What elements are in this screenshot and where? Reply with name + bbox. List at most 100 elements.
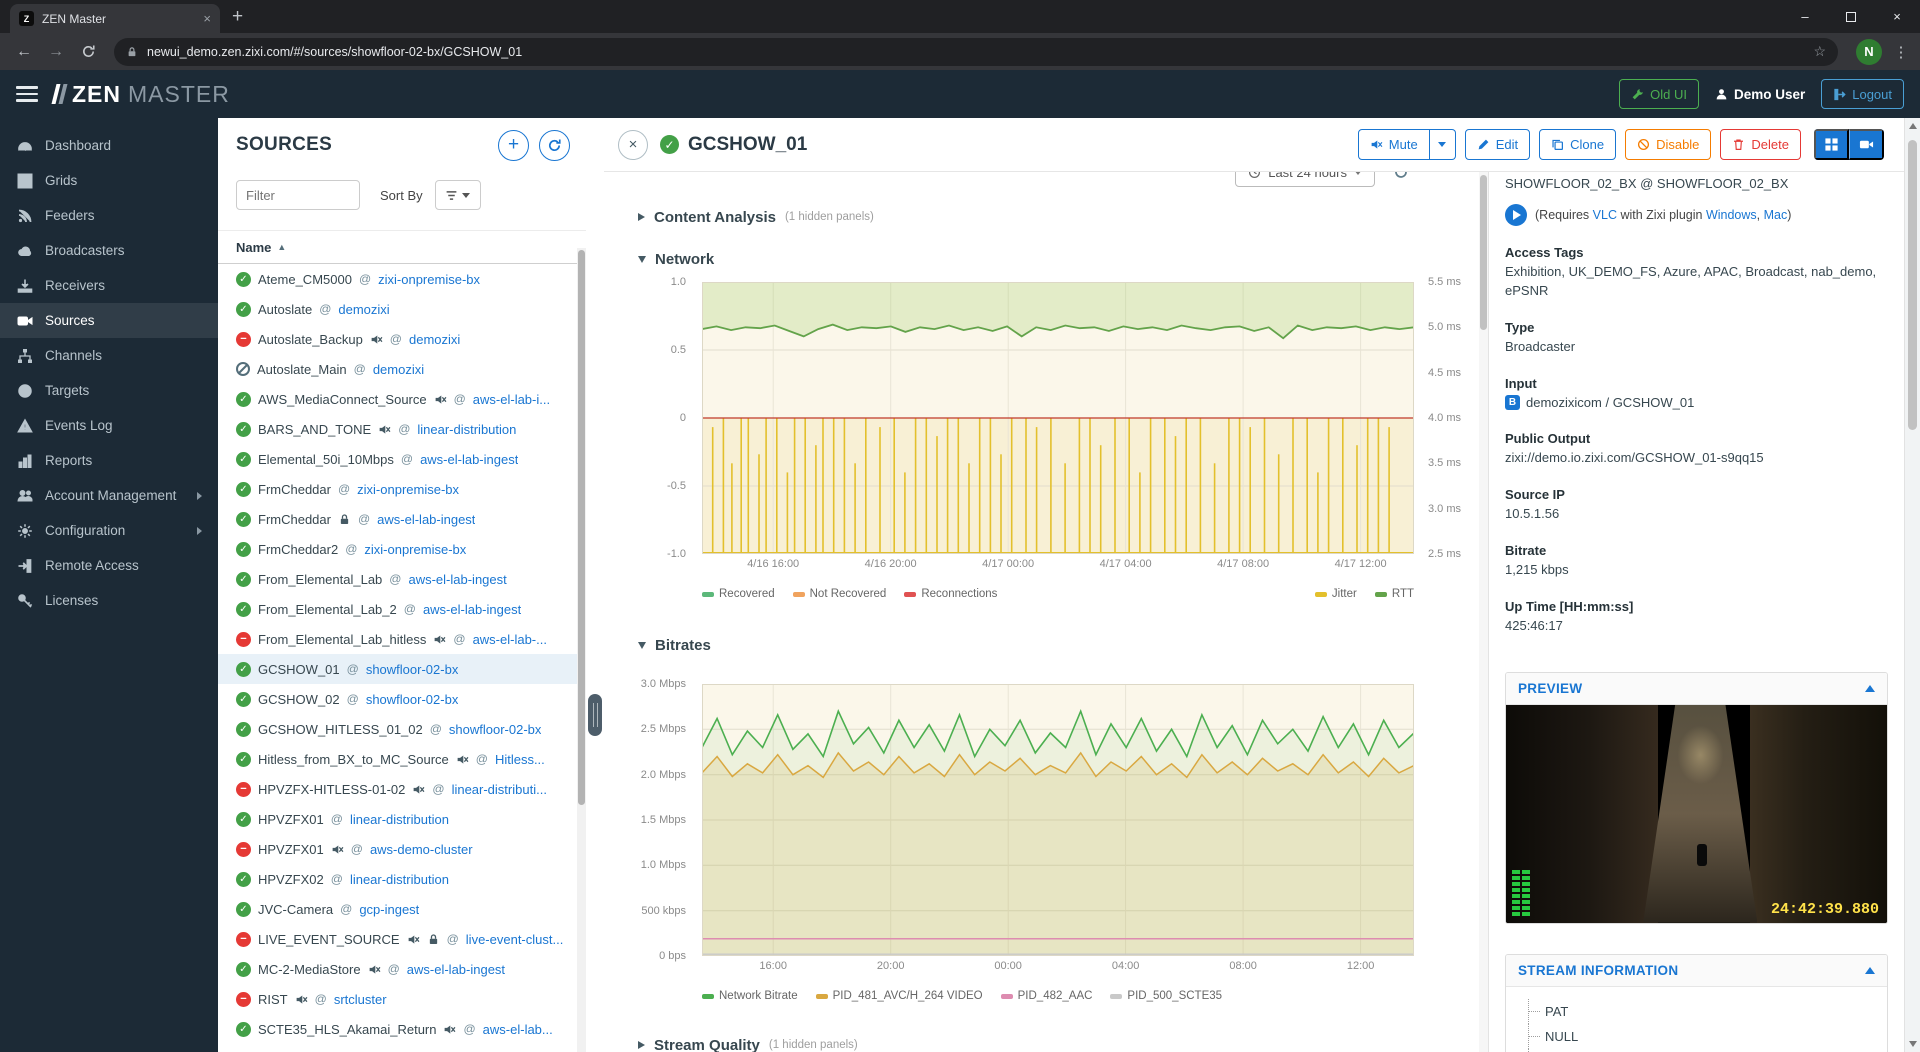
source-row[interactable]: ✓Autoslate@demozixi	[218, 294, 577, 324]
sources-scrollbar[interactable]	[577, 248, 586, 1052]
mute-button[interactable]: Mute	[1358, 129, 1430, 160]
new-tab-button[interactable]: +	[232, 6, 243, 28]
legend-item[interactable]: PID_500_SCTE35	[1110, 990, 1222, 1002]
legend-item[interactable]: Not Recovered	[793, 588, 887, 600]
mute-dropdown-button[interactable]	[1430, 129, 1456, 160]
sidebar-item-remote-access[interactable]: Remote Access	[0, 548, 218, 583]
logout-button[interactable]: Logout	[1821, 79, 1904, 109]
source-row[interactable]: ✓MC-2-MediaStore@aws-el-lab-ingest	[218, 954, 577, 984]
source-row[interactable]: −HPVZFX-HITLESS-01-02@linear-distributi.…	[218, 774, 577, 804]
name-column-header[interactable]: Name ▲	[218, 230, 586, 264]
refresh-sources-button[interactable]	[539, 130, 570, 161]
source-row[interactable]: ✓HPVZFX01@linear-distribution	[218, 804, 577, 834]
source-cluster-link[interactable]: showfloor-02-bx	[366, 662, 459, 677]
vlc-link[interactable]: VLC	[1593, 208, 1617, 222]
source-cluster-link[interactable]: linear-distribution	[350, 812, 449, 827]
source-cluster-link[interactable]: zixi-onpremise-bx	[378, 272, 480, 287]
tab-close-icon[interactable]: ×	[203, 12, 211, 25]
stream-information-header[interactable]: STREAM INFORMATION	[1506, 955, 1887, 987]
source-row[interactable]: ✓GCSHOW_01@showfloor-02-bx	[218, 654, 577, 684]
legend-item[interactable]: RTT	[1375, 588, 1414, 600]
windows-link[interactable]: Windows	[1706, 208, 1757, 222]
source-cluster-link[interactable]: zixi-onpremise-bx	[364, 542, 466, 557]
detail-scrollbar-thumb[interactable]	[1480, 175, 1487, 330]
source-cluster-link[interactable]: aws-el-lab-ingest	[377, 512, 475, 527]
sidebar-item-reports[interactable]: Reports	[0, 443, 218, 478]
source-cluster-link[interactable]: aws-el-lab-ingest	[420, 452, 518, 467]
browser-tab[interactable]: Z ZEN Master ×	[10, 4, 220, 33]
source-row[interactable]: −HPVZFX01@aws-demo-cluster	[218, 834, 577, 864]
sidebar-item-dashboard[interactable]: Dashboard	[0, 128, 218, 163]
source-cluster-link[interactable]: aws-demo-cluster	[370, 842, 473, 857]
source-cluster-link[interactable]: demozixi	[338, 302, 389, 317]
source-row[interactable]: Autoslate_Main@demozixi	[218, 354, 577, 384]
legend-item[interactable]: Recovered	[702, 588, 775, 600]
browser-menu-icon[interactable]: ⋮	[1892, 43, 1910, 61]
source-row[interactable]: ✓Ateme_CM5000@zixi-onpremise-bx	[218, 264, 577, 294]
legend-item[interactable]: Reconnections	[904, 588, 997, 600]
source-row[interactable]: ✓GCSHOW_02@showfloor-02-bx	[218, 684, 577, 714]
source-row[interactable]: ✓FrmCheddar@zixi-onpremise-bx	[218, 474, 577, 504]
source-row[interactable]: ✓From_Elemental_Lab_2@aws-el-lab-ingest	[218, 594, 577, 624]
window-scrollbar[interactable]	[1904, 118, 1920, 1052]
source-row[interactable]: −From_Elemental_Lab_hitless@aws-el-lab-.…	[218, 624, 577, 654]
tree-item-pat[interactable]: PAT	[1528, 999, 1877, 1024]
source-cluster-link[interactable]: aws-el-lab...	[483, 1022, 553, 1037]
filter-input[interactable]	[236, 180, 360, 210]
collapse-icon[interactable]	[1865, 967, 1875, 974]
source-row[interactable]: ✓Hitless_from_BX_to_MC_Source@Hitless...	[218, 744, 577, 774]
delete-button[interactable]: Delete	[1720, 129, 1801, 160]
source-row[interactable]: −RIST@srtcluster	[218, 984, 577, 1014]
window-scrollbar-thumb[interactable]	[1908, 140, 1917, 430]
sidebar-item-feeders[interactable]: Feeders	[0, 198, 218, 233]
source-row[interactable]: −Autoslate_Backup@demozixi	[218, 324, 577, 354]
source-cluster-link[interactable]: showfloor-02-bx	[449, 722, 542, 737]
panel-resize-grip[interactable]	[588, 694, 602, 736]
source-cluster-link[interactable]: aws-el-lab-i...	[473, 392, 550, 407]
window-maximize-button[interactable]	[1828, 0, 1874, 33]
sidebar-item-grids[interactable]: Grids	[0, 163, 218, 198]
source-row[interactable]: ✓SCTE35_HLS_Akamai_Return@aws-el-lab...	[218, 1014, 577, 1044]
source-cluster-link[interactable]: demozixi	[409, 332, 460, 347]
source-row[interactable]: ✓GCSHOW_HITLESS_01_02@showfloor-02-bx	[218, 714, 577, 744]
bitrates-plot[interactable]	[702, 684, 1414, 956]
scroll-down-icon[interactable]	[1909, 1041, 1917, 1047]
source-cluster-link[interactable]: gcp-ingest	[359, 902, 419, 917]
bookmark-star-icon[interactable]: ☆	[1813, 43, 1826, 60]
sidebar-item-licenses[interactable]: Licenses	[0, 583, 218, 618]
refresh-charts-button[interactable]	[1393, 172, 1409, 180]
edit-button[interactable]: Edit	[1465, 129, 1530, 160]
sidebar-item-channels[interactable]: Channels	[0, 338, 218, 373]
source-cluster-link[interactable]: aws-el-lab-ingest	[408, 572, 506, 587]
disable-button[interactable]: Disable	[1625, 129, 1711, 160]
source-cluster-link[interactable]: srtcluster	[334, 992, 387, 1007]
close-detail-button[interactable]: ×	[618, 130, 648, 160]
collapse-icon[interactable]	[1865, 685, 1875, 692]
source-row[interactable]: ✓JVC-Camera@gcp-ingest	[218, 894, 577, 924]
sort-options-button[interactable]	[435, 180, 481, 210]
profile-avatar[interactable]: N	[1856, 39, 1882, 65]
clone-button[interactable]: Clone	[1539, 129, 1616, 160]
source-cluster-link[interactable]: aws-el-lab-ingest	[423, 602, 521, 617]
source-row[interactable]: ✓BARS_AND_TONE@linear-distribution	[218, 414, 577, 444]
old-ui-button[interactable]: Old UI	[1619, 79, 1699, 109]
url-bar[interactable]: newui_demo.zen.zixi.com/#/sources/showfl…	[114, 38, 1838, 66]
legend-item[interactable]: PID_482_AAC	[1001, 990, 1093, 1002]
detail-scroll-area[interactable]: Last 24 hours Content Analysis (1 hidden…	[604, 172, 1479, 1052]
preview-view-button[interactable]	[1849, 129, 1884, 160]
source-cluster-link[interactable]: Hitless...	[495, 752, 545, 767]
source-cluster-link[interactable]: live-event-clust...	[466, 932, 564, 947]
forward-icon[interactable]: →	[42, 38, 70, 66]
sources-scrollbar-thumb[interactable]	[578, 250, 585, 805]
source-cluster-link[interactable]: showfloor-02-bx	[366, 692, 459, 707]
preview-header[interactable]: PREVIEW	[1506, 673, 1887, 705]
sidebar-item-configuration[interactable]: Configuration	[0, 513, 218, 548]
source-row[interactable]: ✓HPVZFX02@linear-distribution	[218, 864, 577, 894]
source-cluster-link[interactable]: aws-el-lab-...	[473, 632, 547, 647]
window-close-button[interactable]: ×	[1874, 0, 1920, 33]
scroll-up-icon[interactable]	[1909, 123, 1917, 129]
detail-scrollbar[interactable]	[1479, 172, 1488, 1052]
source-cluster-link[interactable]: linear-distributi...	[452, 782, 547, 797]
sidebar-item-broadcasters[interactable]: Broadcasters	[0, 233, 218, 268]
source-cluster-link[interactable]: linear-distribution	[350, 872, 449, 887]
